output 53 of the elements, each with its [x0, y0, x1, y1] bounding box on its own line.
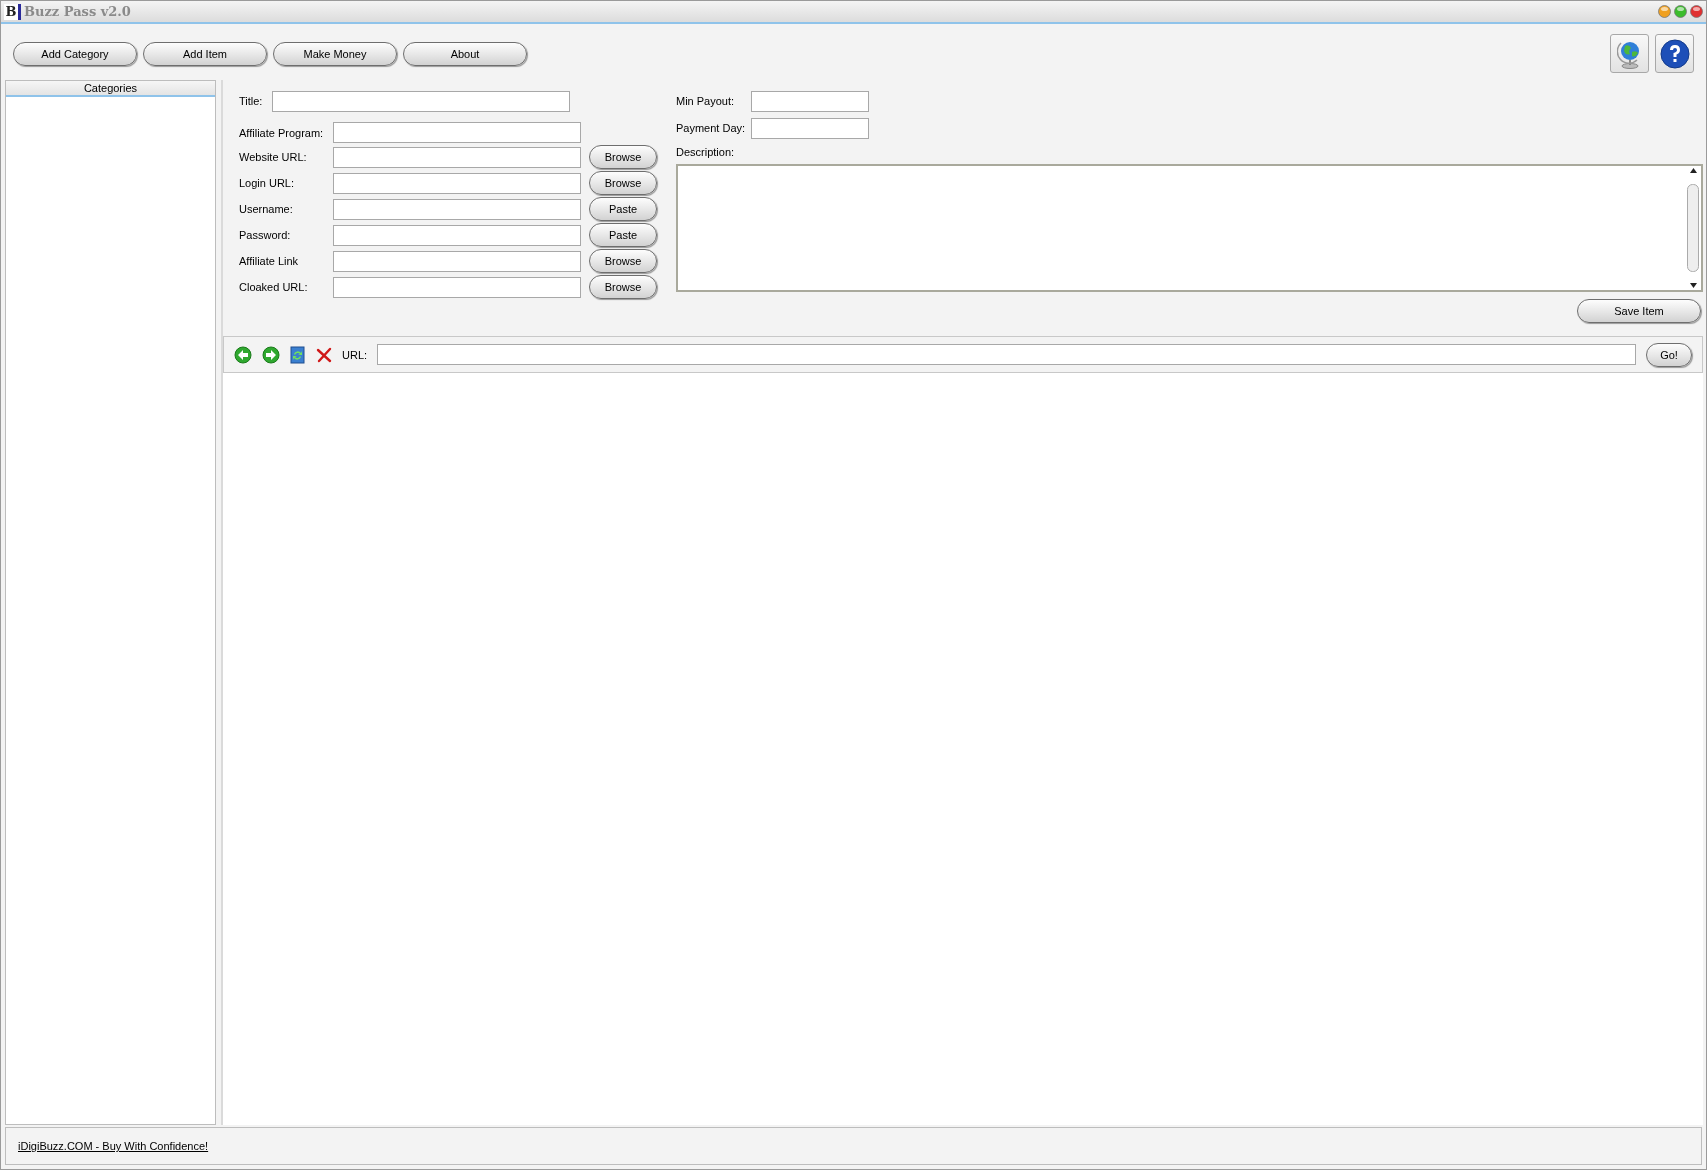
field-button[interactable]: Browse: [589, 249, 657, 273]
input-field[interactable]: [333, 250, 581, 272]
forward-icon[interactable]: [262, 345, 280, 364]
field-label: Payment Day:: [676, 122, 747, 134]
footer-link[interactable]: iDigiBuzz.COM - Buy With Confidence!: [18, 1140, 209, 1152]
help-icon: [1659, 38, 1690, 69]
toolbar-button[interactable]: Make Money: [273, 41, 397, 66]
input-field[interactable]: [333, 276, 581, 298]
scrollbar-thumb[interactable]: [1687, 184, 1699, 272]
field-label: Description:: [676, 146, 736, 158]
field-label: Min Payout:: [676, 95, 736, 107]
close-button[interactable]: [1690, 5, 1703, 18]
column-header: Categories: [6, 81, 215, 97]
input-field[interactable]: [751, 117, 869, 139]
app-logo: B: [4, 3, 21, 20]
scroll-down-icon[interactable]: [1688, 281, 1698, 290]
url-label: URL:: [342, 348, 368, 361]
scroll-up-icon[interactable]: [1688, 166, 1698, 175]
refresh-icon[interactable]: [290, 345, 306, 364]
globe-button[interactable]: [1610, 34, 1649, 73]
back-icon[interactable]: [234, 345, 252, 364]
window-title: Buzz Pass v2.0: [24, 4, 131, 19]
field-label: Login URL:: [239, 177, 296, 189]
input-field[interactable]: [333, 198, 581, 220]
field-button[interactable]: Paste: [589, 197, 657, 221]
field-button[interactable]: Browse: [589, 275, 657, 299]
field-label: Cloaked URL:: [239, 281, 309, 293]
field-label: Affiliate Link: [239, 255, 300, 267]
title-field[interactable]: [272, 90, 571, 112]
description-field[interactable]: [676, 164, 1703, 292]
go-button[interactable]: Go!: [1646, 342, 1692, 367]
maximize-button[interactable]: [1674, 5, 1687, 18]
stop-icon[interactable]: [316, 346, 332, 363]
field-label: Password:: [239, 229, 292, 241]
field-button[interactable]: Browse: [589, 171, 657, 195]
minimize-button[interactable]: [1658, 5, 1671, 18]
toolbar-button[interactable]: Add Category: [13, 41, 137, 66]
input-field[interactable]: [751, 90, 869, 112]
toolbar-button[interactable]: Add Item: [143, 41, 267, 66]
input-field[interactable]: [333, 146, 581, 168]
field-label: Affiliate Program:: [239, 126, 325, 139]
field-label: Title:: [239, 95, 263, 107]
input-field[interactable]: [333, 172, 581, 194]
toolbar-button[interactable]: About: [403, 41, 527, 66]
help-button[interactable]: [1655, 34, 1694, 73]
url-field[interactable]: [377, 344, 1636, 365]
field-button[interactable]: Paste: [589, 223, 657, 247]
input-field[interactable]: [333, 224, 581, 246]
field-label: Username:: [239, 203, 294, 215]
field-label: Website URL:: [239, 151, 308, 163]
input-field[interactable]: [333, 122, 581, 143]
field-button[interactable]: Browse: [589, 145, 657, 169]
save-button[interactable]: Save Item: [1577, 299, 1701, 323]
